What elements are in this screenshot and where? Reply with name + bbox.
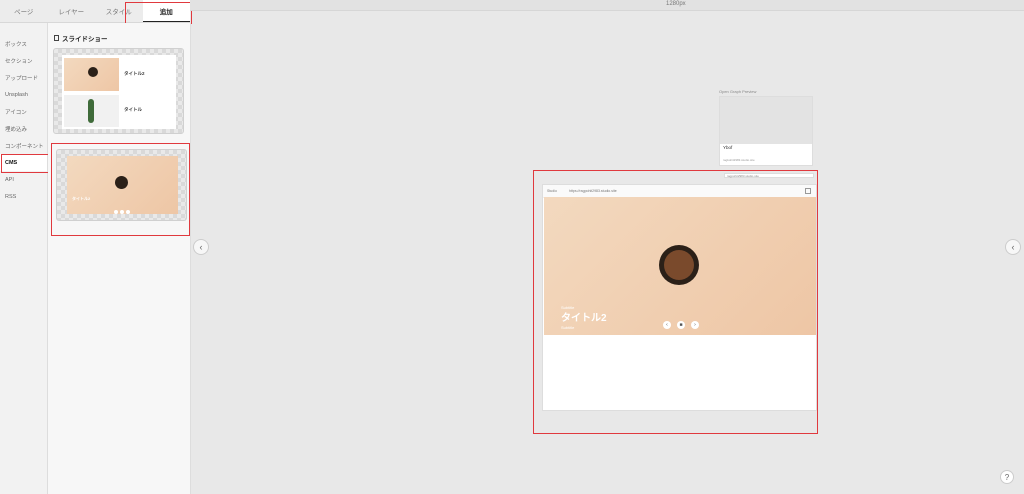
highlight-cms (1, 154, 50, 173)
sidebar-item-unsplash[interactable]: Unsplash (0, 86, 47, 103)
slideshow-template-list[interactable]: タイトル2 タイトル (53, 48, 184, 134)
og-preview-card: Ybof ragkohit2983.studio.site (719, 96, 813, 166)
og-image (720, 97, 812, 144)
sidebar-item-icon[interactable]: アイコン (0, 103, 47, 120)
og-title: Ybof (723, 145, 733, 150)
chevron-left-icon: ‹ (199, 242, 203, 252)
sidebar-item-embed[interactable]: 埋め込み (0, 120, 47, 137)
help-button[interactable]: ? (1000, 470, 1014, 484)
template-item-title: タイトル2 (124, 71, 145, 76)
template-image-coffee (64, 58, 119, 91)
sidebar-item-rss[interactable]: RSS (0, 188, 47, 205)
panel-title-row: スライドショー (54, 33, 108, 43)
tab-pages[interactable]: ページ (0, 0, 48, 22)
highlight-template (51, 143, 190, 236)
tab-layers[interactable]: レイヤー (48, 0, 96, 22)
panel-title: スライドショー (62, 36, 108, 43)
template-image-plant (64, 95, 119, 127)
slideshow-icon (54, 35, 59, 41)
sidebar-item-upload[interactable]: アップロード (0, 69, 47, 86)
sidebar-item-box[interactable]: ボックス (0, 35, 47, 52)
highlight-add-tab (125, 2, 192, 24)
template-item-title: タイトル (124, 107, 142, 112)
collapse-right-panel-button[interactable]: ‹ (1005, 239, 1021, 255)
plant-icon (88, 99, 94, 123)
slideshow-panel: スライドショー タイトル2 タイトル タイトル2 (48, 23, 191, 494)
highlight-preview (533, 170, 818, 434)
og-url: ragkohit2983.studio.site (723, 158, 755, 162)
ruler-width-label: 1280px (666, 1, 686, 7)
og-preview-label: Open Graph Preview (719, 89, 757, 94)
sidebar-item-section[interactable]: セクション (0, 52, 47, 69)
chevron-left-icon: ‹ (1011, 242, 1015, 252)
sidebar-item-component[interactable]: コンポーネント (0, 137, 47, 154)
sidebar-item-api[interactable]: API (0, 171, 47, 188)
collapse-left-panel-button[interactable]: ‹ (193, 239, 209, 255)
canvas-ruler: 1280px (190, 0, 1024, 11)
template-list-preview: タイトル2 タイトル (62, 55, 176, 129)
coffee-mug-icon (88, 67, 98, 77)
add-category-sidebar: ボックス セクション アップロード Unsplash アイコン 埋め込み コンポ… (0, 23, 48, 494)
